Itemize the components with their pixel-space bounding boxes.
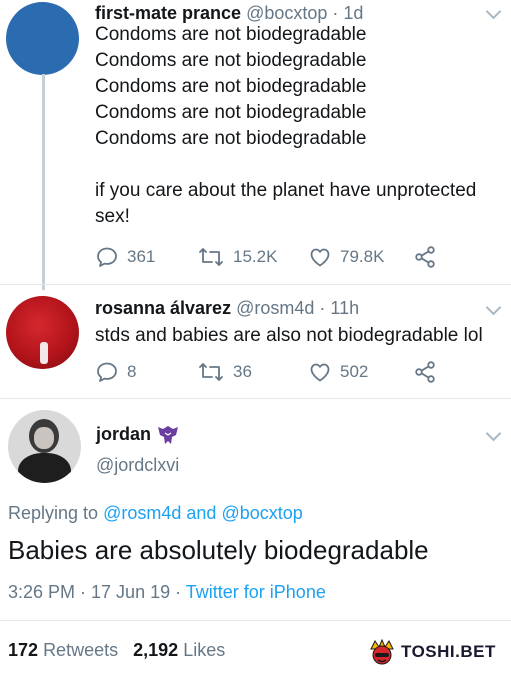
engagement-stats: 172 Retweets 2,192 Likes bbox=[8, 640, 225, 661]
tweet-body: Babies are absolutely biodegradable bbox=[8, 535, 429, 565]
divider bbox=[0, 620, 511, 621]
replying-label: Replying to bbox=[8, 503, 99, 523]
retweet-button[interactable]: 36 bbox=[197, 360, 252, 384]
share-button[interactable] bbox=[413, 360, 437, 384]
retweet-button[interactable]: 15.2K bbox=[197, 245, 277, 269]
retweets-stat[interactable]: 172 Retweets bbox=[8, 640, 123, 660]
tweet-meta: 3:26 PM · 17 Jun 19 · Twitter for iPhone bbox=[8, 582, 326, 603]
retweet-count: 15.2K bbox=[233, 247, 278, 266]
author-handle[interactable]: @rosm4d bbox=[236, 298, 314, 318]
thread-line bbox=[42, 74, 45, 290]
watermark-text: TOSHI.BET bbox=[401, 642, 496, 661]
replying-to: Replying to @rosm4d and @bocxtop bbox=[8, 503, 303, 524]
client-link[interactable]: Twitter for iPhone bbox=[186, 582, 326, 602]
like-count: 502 bbox=[340, 362, 369, 381]
mention-link[interactable]: @rosm4d bbox=[103, 503, 181, 523]
share-button[interactable] bbox=[413, 245, 437, 269]
author-name[interactable]: rosanna álvarez bbox=[95, 298, 231, 318]
like-button[interactable]: 79.8K bbox=[308, 245, 384, 269]
tweet-line: Condoms are not biodegradable bbox=[95, 102, 367, 123]
author-name-row: jordan bbox=[96, 424, 179, 445]
reply-icon bbox=[97, 362, 117, 382]
author-handle[interactable]: @jordclxvi bbox=[96, 455, 179, 476]
action-bar: 8 36 502 bbox=[95, 360, 495, 384]
divider bbox=[0, 284, 511, 285]
tweet-line: stds and babies are also not biodegradab… bbox=[95, 325, 483, 346]
decepticon-icon bbox=[158, 425, 179, 444]
retweet-count: 36 bbox=[233, 362, 252, 381]
toshi-logo-icon bbox=[370, 638, 394, 665]
like-button[interactable]: 502 bbox=[308, 360, 368, 384]
avatar-first-mate-prance[interactable] bbox=[6, 2, 79, 75]
tweet-timestamp[interactable]: 3:26 PM · 17 Jun 19 · bbox=[8, 582, 181, 602]
divider bbox=[0, 398, 511, 399]
tweet-line: Condoms are not biodegradable bbox=[95, 128, 367, 149]
share-icon bbox=[415, 361, 435, 383]
mention-link[interactable]: @bocxtop bbox=[221, 503, 302, 523]
retweet-icon bbox=[199, 248, 223, 266]
tweet-body: stds and babies are also not biodegradab… bbox=[95, 323, 483, 349]
tweet-line: Condoms are not biodegradable bbox=[95, 24, 367, 45]
retweet-total: 172 bbox=[8, 640, 39, 660]
share-icon bbox=[415, 246, 435, 268]
tweet-header: first-mate prance @bocxtop · 1d bbox=[95, 3, 363, 24]
like-icon bbox=[310, 248, 330, 267]
tweet-timestamp[interactable]: · 1d bbox=[332, 3, 363, 23]
tweet-line: Condoms are not biodegradable bbox=[95, 76, 367, 97]
tweet-header: rosanna álvarez @rosm4d · 11h bbox=[95, 298, 359, 319]
tweet-body: Condoms are not biodegradable Condoms ar… bbox=[95, 22, 476, 230]
chevron-down-icon[interactable] bbox=[485, 425, 502, 442]
reply-button[interactable]: 361 bbox=[95, 245, 155, 269]
author-name[interactable]: first-mate prance bbox=[95, 3, 241, 23]
tweet-timestamp[interactable]: · 11h bbox=[319, 298, 359, 318]
like-total: 2,192 bbox=[133, 640, 179, 660]
like-icon bbox=[310, 363, 330, 382]
retweet-icon bbox=[199, 363, 223, 381]
retweets-label: Retweets bbox=[43, 640, 119, 660]
watermark: TOSHI.BET bbox=[368, 638, 496, 666]
reply-button[interactable]: 8 bbox=[95, 360, 136, 384]
chevron-down-icon[interactable] bbox=[485, 299, 502, 316]
action-bar: 361 15.2K 79.8K bbox=[95, 245, 495, 269]
avatar-jordan[interactable] bbox=[8, 410, 81, 483]
chevron-down-icon[interactable] bbox=[485, 3, 502, 20]
replying-and[interactable]: and bbox=[186, 503, 216, 523]
reply-count: 361 bbox=[127, 247, 156, 266]
reply-count: 8 bbox=[127, 362, 137, 381]
tweet-line: Condoms are not biodegradable bbox=[95, 50, 367, 71]
likes-stat[interactable]: 2,192 Likes bbox=[133, 640, 225, 660]
tweet-line: sex! bbox=[95, 206, 130, 227]
avatar-rosanna-alvarez[interactable] bbox=[6, 296, 79, 369]
author-handle[interactable]: @bocxtop bbox=[246, 3, 327, 23]
likes-label: Likes bbox=[183, 640, 226, 660]
author-name[interactable]: jordan bbox=[96, 424, 151, 445]
reply-icon bbox=[97, 247, 117, 267]
tweet-line: if you care about the planet have unprot… bbox=[95, 180, 477, 201]
like-count: 79.8K bbox=[340, 247, 385, 266]
